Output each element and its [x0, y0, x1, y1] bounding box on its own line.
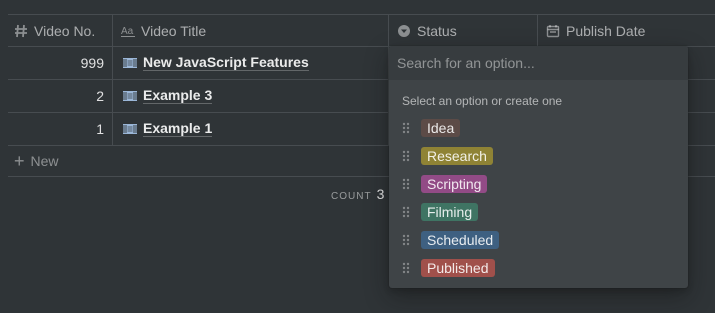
column-header-label: Status	[417, 22, 457, 39]
video-no-cell[interactable]: 999	[8, 47, 113, 79]
plus-icon: +	[14, 151, 25, 171]
video-title-cell[interactable]: Example 3	[113, 80, 389, 112]
status-tag: Filming	[421, 203, 479, 221]
column-header-publish-date[interactable]: Publish Date	[538, 15, 715, 46]
count-label: COUNT	[331, 191, 372, 202]
video-title-text: Example 3	[143, 87, 213, 104]
status-tag: Published	[421, 259, 495, 277]
option-hint: Select an option or create one	[402, 94, 563, 108]
drag-handle-icon[interactable]	[402, 178, 410, 190]
status-option[interactable]: Research	[389, 142, 688, 170]
drag-handle-icon[interactable]	[402, 206, 410, 218]
status-option[interactable]: Idea	[389, 114, 688, 142]
svg-text:Aa: Aa	[121, 26, 134, 37]
count-summary[interactable]: COUNT 3	[331, 186, 384, 202]
status-tag: Scheduled	[421, 231, 500, 249]
column-header-label: Video Title	[141, 22, 207, 39]
option-search-input[interactable]	[397, 55, 688, 71]
drag-handle-icon[interactable]	[402, 262, 410, 274]
count-value: 3	[376, 186, 385, 202]
column-header-video-no[interactable]: Video No.	[8, 15, 113, 46]
status-tag: Idea	[421, 119, 461, 137]
hash-icon	[14, 24, 28, 38]
film-strip-icon	[123, 58, 137, 68]
table-header-row: Video No. Aa Video Title Status Publish …	[8, 14, 715, 47]
video-no-cell[interactable]: 2	[8, 80, 113, 112]
status-options-dropdown: Select an option or create one Idea Resea…	[389, 46, 688, 288]
column-header-status[interactable]: Status	[389, 15, 538, 46]
video-title-text: New JavaScript Features	[143, 54, 309, 71]
drag-handle-icon[interactable]	[402, 150, 410, 162]
column-header-label: Video No.	[34, 22, 96, 39]
status-option[interactable]: Scheduled	[389, 226, 688, 254]
option-search-bar	[389, 46, 688, 80]
video-no-cell[interactable]: 1	[8, 113, 113, 145]
column-header-label: Publish Date	[566, 22, 646, 39]
status-tag: Research	[421, 147, 493, 165]
drag-handle-icon[interactable]	[402, 234, 410, 246]
drag-handle-icon[interactable]	[402, 122, 410, 134]
film-strip-icon	[123, 124, 137, 134]
film-strip-icon	[123, 91, 137, 101]
new-row-label: New	[30, 153, 59, 169]
status-option[interactable]: Scripting	[389, 170, 688, 198]
option-list: Idea Research Scripting Filming Scheduled Pub…	[389, 114, 688, 282]
video-title-cell[interactable]: Example 1	[113, 113, 389, 145]
video-title-text: Example 1	[143, 120, 213, 137]
status-tag: Scripting	[421, 175, 488, 193]
video-title-cell[interactable]: New JavaScript Features	[113, 47, 389, 79]
text-aa-icon: Aa	[121, 24, 135, 38]
status-option[interactable]: Published	[389, 254, 688, 282]
calendar-icon	[546, 24, 560, 38]
select-icon	[397, 24, 411, 38]
column-header-video-title[interactable]: Aa Video Title	[113, 15, 389, 46]
status-option[interactable]: Filming	[389, 198, 688, 226]
